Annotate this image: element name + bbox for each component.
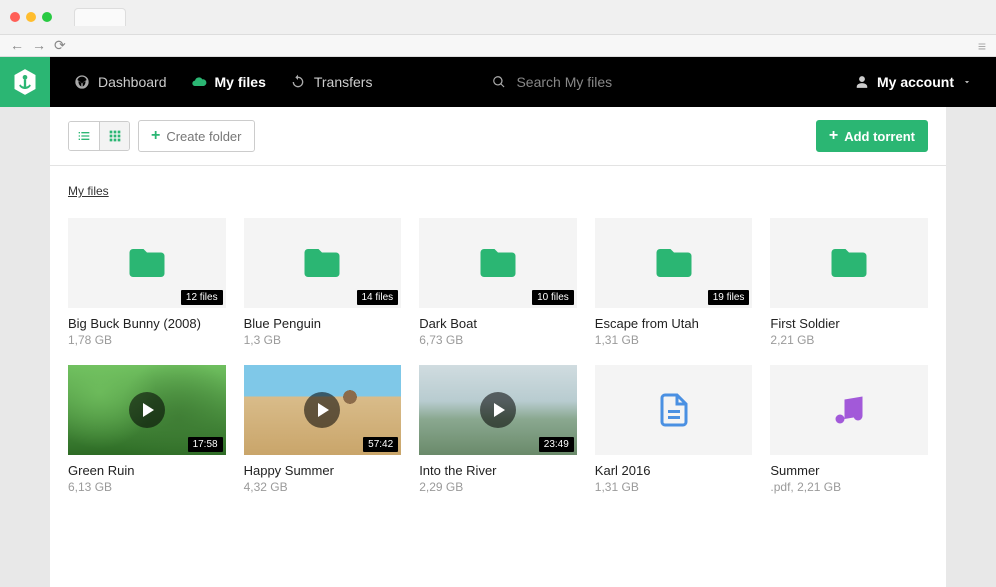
list-view-toggle[interactable]: [69, 122, 99, 150]
nav-label: Transfers: [314, 74, 373, 90]
create-folder-button[interactable]: + Create folder: [138, 120, 255, 152]
menu-icon[interactable]: ≡: [978, 38, 986, 54]
tile-title: Big Buck Bunny (2008): [68, 316, 226, 331]
file-tile[interactable]: 57:42 Happy Summer 4,32 GB: [244, 365, 402, 494]
tile-meta: 1,78 GB: [68, 333, 226, 347]
tile-meta: 1,31 GB: [595, 480, 753, 494]
tile-badge: 14 files: [357, 290, 399, 305]
forward-icon[interactable]: →: [32, 37, 46, 54]
toolbar: + Create folder + Add torrent: [50, 107, 946, 166]
close-window-icon[interactable]: [10, 12, 20, 22]
nav-label: My files: [215, 74, 266, 90]
account-menu[interactable]: My account: [855, 74, 972, 90]
tile-badge: 23:49: [539, 437, 574, 452]
nav-transfers[interactable]: Transfers: [290, 74, 373, 90]
tile-badge: 10 files: [532, 290, 574, 305]
plus-icon: +: [829, 127, 838, 145]
content-area: + Create folder + Add torrent My files 1…: [50, 107, 946, 587]
tile-thumb: 14 files: [244, 218, 402, 308]
browser-chrome: [0, 0, 996, 35]
tile-meta: 2,29 GB: [419, 480, 577, 494]
tile-thumb: [770, 365, 928, 455]
button-label: Add torrent: [844, 129, 915, 144]
breadcrumb[interactable]: My files: [50, 166, 946, 208]
play-icon: [304, 392, 340, 428]
tile-meta: 1,31 GB: [595, 333, 753, 347]
nav-my-files[interactable]: My files: [191, 74, 266, 90]
tile-thumb: 12 files: [68, 218, 226, 308]
file-tile[interactable]: 23:49 Into the River 2,29 GB: [419, 365, 577, 494]
maximize-window-icon[interactable]: [42, 12, 52, 22]
search-icon: [492, 75, 506, 89]
file-tile[interactable]: 14 files Blue Penguin 1,3 GB: [244, 218, 402, 347]
file-grid: 12 files Big Buck Bunny (2008) 1,78 GB 14 f…: [50, 208, 946, 504]
browser-nav: ← → ⟳: [10, 37, 66, 54]
view-toggles: [68, 121, 130, 151]
tile-thumb: 17:58: [68, 365, 226, 455]
search-area: [492, 74, 855, 90]
tile-badge: 17:58: [188, 437, 223, 452]
app-topbar: Dashboard My files Transfers My account: [0, 57, 996, 107]
tile-badge: 19 files: [708, 290, 750, 305]
tile-badge: 12 files: [181, 290, 223, 305]
tile-title: Escape from Utah: [595, 316, 753, 331]
file-tile[interactable]: First Soldier 2,21 GB: [770, 218, 928, 347]
tile-thumb: 10 files: [419, 218, 577, 308]
play-icon: [480, 392, 516, 428]
nav-label: Dashboard: [98, 74, 167, 90]
tile-title: Green Ruin: [68, 463, 226, 478]
browser-tab[interactable]: [74, 8, 126, 26]
add-torrent-button[interactable]: + Add torrent: [816, 120, 928, 152]
transfers-icon: [290, 74, 306, 90]
file-tile[interactable]: Summer .pdf, 2,21 GB: [770, 365, 928, 494]
tile-thumb: 19 files: [595, 218, 753, 308]
main-nav: Dashboard My files Transfers: [74, 74, 372, 90]
account-label: My account: [877, 74, 954, 90]
file-tile[interactable]: 12 files Big Buck Bunny (2008) 1,78 GB: [68, 218, 226, 347]
browser-toolbar: ← → ⟳ ≡: [0, 35, 996, 57]
grid-icon: [107, 128, 123, 144]
play-icon: [129, 392, 165, 428]
tile-title: Into the River: [419, 463, 577, 478]
tile-meta: .pdf, 2,21 GB: [770, 480, 928, 494]
tile-title: Happy Summer: [244, 463, 402, 478]
search-input[interactable]: [516, 74, 716, 90]
tile-title: Blue Penguin: [244, 316, 402, 331]
anchor-icon: [11, 68, 39, 96]
nav-dashboard[interactable]: Dashboard: [74, 74, 167, 90]
dashboard-icon: [74, 74, 90, 90]
chevron-down-icon: [962, 77, 972, 87]
list-icon: [76, 128, 92, 144]
tile-meta: 4,32 GB: [244, 480, 402, 494]
app-logo[interactable]: [0, 57, 50, 107]
tile-meta: 1,3 GB: [244, 333, 402, 347]
window-controls: [10, 12, 52, 22]
plus-icon: +: [151, 127, 160, 145]
grid-view-toggle[interactable]: [99, 122, 129, 150]
file-tile[interactable]: 10 files Dark Boat 6,73 GB: [419, 218, 577, 347]
button-label: Create folder: [166, 129, 241, 144]
tile-title: Dark Boat: [419, 316, 577, 331]
tile-thumb: 23:49: [419, 365, 577, 455]
tile-meta: 2,21 GB: [770, 333, 928, 347]
tile-thumb: [595, 365, 753, 455]
tile-badge: 57:42: [363, 437, 398, 452]
tile-meta: 6,13 GB: [68, 480, 226, 494]
file-tile[interactable]: 19 files Escape from Utah 1,31 GB: [595, 218, 753, 347]
tile-thumb: [770, 218, 928, 308]
minimize-window-icon[interactable]: [26, 12, 36, 22]
cloud-icon: [191, 74, 207, 90]
back-icon[interactable]: ←: [10, 37, 24, 54]
browser-tabs: [74, 8, 126, 26]
tile-title: Karl 2016: [595, 463, 753, 478]
file-tile[interactable]: Karl 2016 1,31 GB: [595, 365, 753, 494]
breadcrumb-root: My files: [68, 184, 109, 198]
file-tile[interactable]: 17:58 Green Ruin 6,13 GB: [68, 365, 226, 494]
user-icon: [855, 75, 869, 89]
tile-title: Summer: [770, 463, 928, 478]
tile-title: First Soldier: [770, 316, 928, 331]
reload-icon[interactable]: ⟳: [54, 37, 66, 54]
tile-thumb: 57:42: [244, 365, 402, 455]
tile-meta: 6,73 GB: [419, 333, 577, 347]
